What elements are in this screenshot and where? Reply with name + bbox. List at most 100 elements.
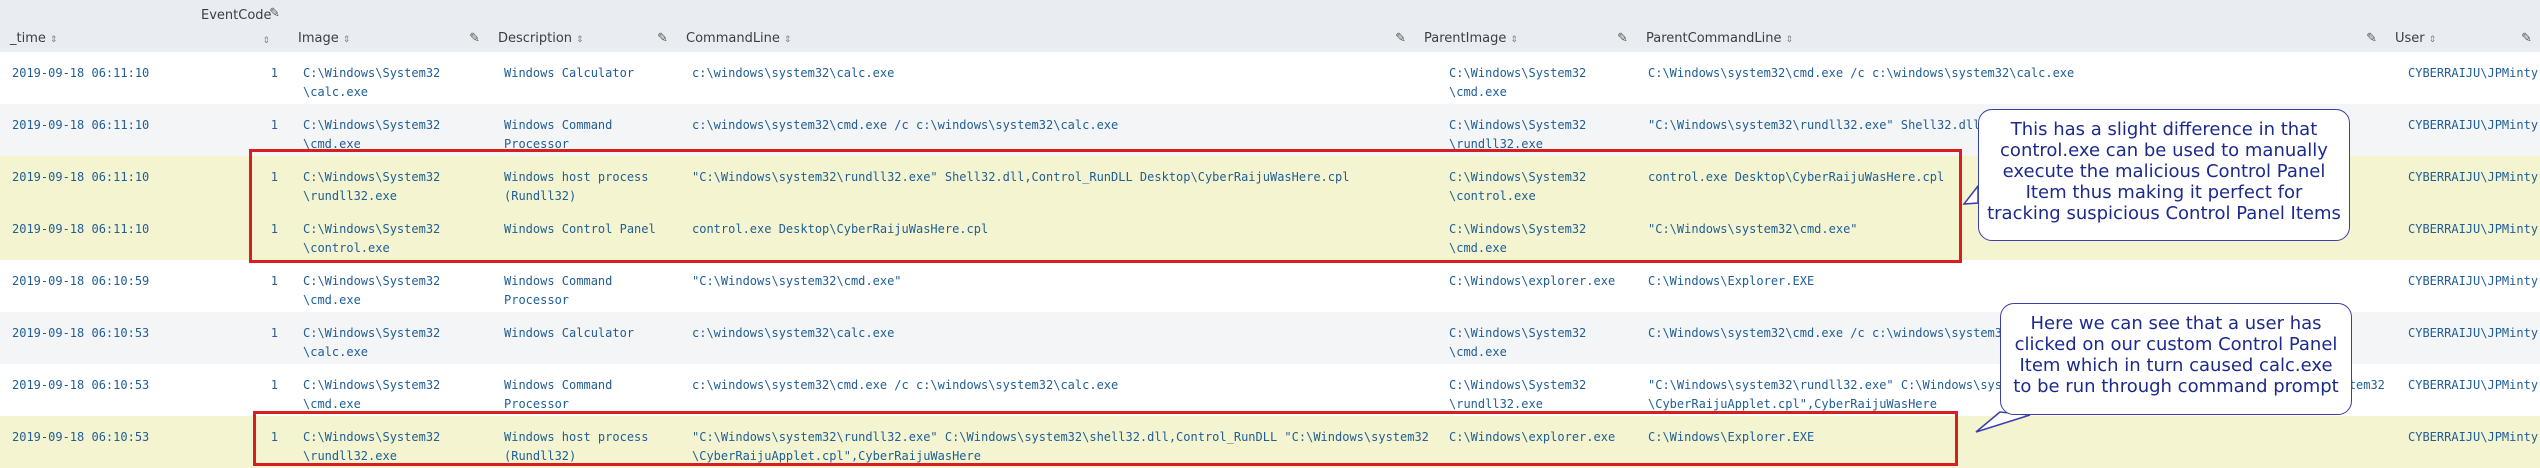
cell-parentimage[interactable]: C:\Windows\System32 \rundll32.exe <box>1449 116 1586 154</box>
cell-line: C:\Windows\System32 <box>303 378 441 392</box>
cell-parentimage[interactable]: C:\Windows\explorer.exe <box>1449 272 1615 291</box>
cell-line: C:\Windows\explorer.exe <box>1449 430 1616 444</box>
cell-line: C:\Windows\System32 <box>303 326 441 340</box>
column-label-text: Image <box>298 31 339 46</box>
cell-eventcode[interactable]: 1 <box>183 168 278 187</box>
cell-parentimage[interactable]: C:\Windows\System32 \cmd.exe <box>1449 64 1586 102</box>
cell-image[interactable]: C:\Windows\System32 \control.exe <box>303 220 440 258</box>
cell-image[interactable]: C:\Windows\System32 \cmd.exe <box>303 376 440 414</box>
cell-image[interactable]: C:\Windows\System32 \cmd.exe <box>303 116 440 154</box>
sort-arrows-icon[interactable]: ⇕ <box>262 36 270 46</box>
cell-line: Windows Calculator <box>504 326 635 340</box>
cell-description[interactable]: Windows host process (Rundll32) <box>504 428 649 466</box>
pencil-icon[interactable]: ✎ <box>2521 31 2532 46</box>
cell-commandline[interactable]: "C:\Windows\system32\cmd.exe" <box>692 272 902 291</box>
cell-line: Windows host process <box>504 430 649 444</box>
cell-commandline[interactable]: c:\windows\system32\cmd.exe /c c:\window… <box>692 376 1118 395</box>
cell-eventcode[interactable]: 1 <box>183 324 278 343</box>
cell-commandline[interactable]: "C:\Windows\system32\rundll32.exe" Shell… <box>692 168 1349 187</box>
cell-time[interactable]: 2019-09-18 06:11:10 <box>12 168 149 187</box>
cell-user[interactable]: CYBERRAIJU\JPMinty <box>2408 428 2538 447</box>
column-label-eventcode: EventCode <box>201 8 272 23</box>
sort-arrows-icon[interactable]: ⇕ <box>576 35 584 45</box>
cell-line: Processor <box>504 397 570 411</box>
cell-description[interactable]: Windows Command Processor <box>504 376 612 414</box>
cell-line: C:\Windows\System32 <box>1449 222 1587 236</box>
cell-parentimage[interactable]: C:\Windows\System32 \rundll32.exe <box>1449 376 1586 414</box>
cell-commandline[interactable]: c:\windows\system32\cmd.exe /c c:\window… <box>692 116 1118 135</box>
pencil-icon[interactable]: ✎ <box>657 31 668 46</box>
cell-parentimage[interactable]: C:\Windows\System32 \cmd.exe <box>1449 324 1586 362</box>
sort-arrows-icon[interactable]: ⇕ <box>1510 35 1518 45</box>
cell-description[interactable]: Windows Control Panel <box>504 220 656 239</box>
sort-arrows-icon[interactable]: ⇕ <box>784 35 792 45</box>
column-label-parentimage: ParentImage ⇕ <box>1424 31 1518 46</box>
cell-parentcommandline[interactable]: C:\Windows\Explorer.EXE <box>1648 272 1814 291</box>
cell-time[interactable]: 2019-09-18 06:11:10 <box>12 64 149 83</box>
column-header-parentcommandline[interactable]: ParentCommandLine ⇕ ✎ <box>1636 0 2385 52</box>
cell-parentcommandline[interactable]: "C:\Windows\system32\cmd.exe" <box>1648 220 1858 239</box>
table-row[interactable]: 2019-09-18 06:11:10 1 C:\Windows\System32 \… <box>0 52 2540 104</box>
cell-time[interactable]: 2019-09-18 06:10:59 <box>12 272 149 291</box>
cell-time[interactable]: 2019-09-18 06:11:10 <box>12 220 149 239</box>
cell-description[interactable]: Windows Command Processor <box>504 116 612 154</box>
cell-eventcode[interactable]: 1 <box>183 272 278 291</box>
cell-image[interactable]: C:\Windows\System32 \calc.exe <box>303 64 440 102</box>
pencil-icon[interactable]: ✎ <box>1395 31 1406 46</box>
cell-eventcode[interactable]: 1 <box>183 64 278 83</box>
cell-parentcommandline[interactable]: control.exe Desktop\CyberRaijuWasHere.cp… <box>1648 168 1944 187</box>
cell-time[interactable]: 2019-09-18 06:10:53 <box>12 428 149 447</box>
cell-eventcode[interactable]: 1 <box>183 428 278 447</box>
column-header-user[interactable]: User ⇕ ✎ <box>2385 0 2540 52</box>
cell-image[interactable]: C:\Windows\System32 \cmd.exe <box>303 272 440 310</box>
column-header-eventcode[interactable]: EventCode ⇕ ✎ <box>183 0 288 52</box>
cell-time[interactable]: 2019-09-18 06:10:53 <box>12 324 149 343</box>
cell-image[interactable]: C:\Windows\System32 \rundll32.exe <box>303 428 440 466</box>
cell-line: \cmd.exe <box>303 137 361 151</box>
cell-description[interactable]: Windows host process (Rundll32) <box>504 168 649 206</box>
column-header-description[interactable]: Description ⇕ ✎ <box>488 0 676 52</box>
cell-description[interactable]: Windows Calculator <box>504 324 634 343</box>
table-row[interactable]: 2019-09-18 06:10:53 1 C:\Windows\System32 \… <box>0 416 2540 468</box>
cell-user[interactable]: CYBERRAIJU\JPMinty <box>2408 272 2538 291</box>
cell-description[interactable]: Windows Calculator <box>504 64 634 83</box>
cell-commandline[interactable]: "C:\Windows\system32\rundll32.exe" C:\Wi… <box>692 428 1429 466</box>
sort-arrows-icon[interactable]: ⇕ <box>1786 35 1794 45</box>
cell-user[interactable]: CYBERRAIJU\JPMinty <box>2408 324 2538 343</box>
cell-commandline[interactable]: control.exe Desktop\CyberRaijuWasHere.cp… <box>692 220 988 239</box>
cell-user[interactable]: CYBERRAIJU\JPMinty <box>2408 64 2538 83</box>
cell-eventcode[interactable]: 1 <box>183 116 278 135</box>
cell-user[interactable]: CYBERRAIJU\JPMinty <box>2408 116 2538 135</box>
cell-user[interactable]: CYBERRAIJU\JPMinty <box>2408 376 2538 395</box>
cell-line: \cmd.exe <box>1449 241 1507 255</box>
pencil-icon[interactable]: ✎ <box>2366 31 2377 46</box>
column-header-image[interactable]: Image ⇕ ✎ <box>288 0 488 52</box>
cell-user[interactable]: CYBERRAIJU\JPMinty <box>2408 220 2538 239</box>
column-header-time[interactable]: _time ⇕ <box>0 0 183 52</box>
cell-description[interactable]: Windows Command Processor <box>504 272 612 310</box>
sort-arrows-icon[interactable]: ⇕ <box>2429 35 2437 45</box>
cell-commandline[interactable]: c:\windows\system32\calc.exe <box>692 324 894 343</box>
pencil-icon[interactable]: ✎ <box>1617 31 1628 46</box>
pencil-icon[interactable]: ✎ <box>469 31 480 46</box>
cell-eventcode[interactable]: 1 <box>183 376 278 395</box>
cell-eventcode[interactable]: 1 <box>183 220 278 239</box>
cell-time[interactable]: 2019-09-18 06:10:53 <box>12 376 149 395</box>
cell-image[interactable]: C:\Windows\System32 \calc.exe <box>303 324 440 362</box>
sort-arrows-icon[interactable]: ⇕ <box>50 35 58 45</box>
cell-parentimage[interactable]: C:\Windows\System32 \control.exe <box>1449 168 1586 206</box>
cell-line: c:\windows\system32\cmd.exe /c c:\window… <box>692 118 1119 132</box>
cell-commandline[interactable]: c:\windows\system32\calc.exe <box>692 64 894 83</box>
cell-parentimage[interactable]: C:\Windows\explorer.exe <box>1449 428 1615 447</box>
cell-image[interactable]: C:\Windows\System32 \rundll32.exe <box>303 168 440 206</box>
cell-user[interactable]: CYBERRAIJU\JPMinty <box>2408 168 2538 187</box>
column-header-parentimage[interactable]: ParentImage ⇕ ✎ <box>1414 0 1636 52</box>
pencil-icon[interactable]: ✎ <box>269 6 280 21</box>
cell-parentimage[interactable]: C:\Windows\System32 \cmd.exe <box>1449 220 1586 258</box>
column-header-commandline[interactable]: CommandLine ⇕ ✎ <box>676 0 1414 52</box>
cell-parentcommandline[interactable]: C:\Windows\Explorer.EXE <box>1648 428 1814 447</box>
cell-time[interactable]: 2019-09-18 06:11:10 <box>12 116 149 135</box>
sort-arrows-icon[interactable]: ⇕ <box>343 35 351 45</box>
cell-parentcommandline[interactable]: "C:\Windows\system32\rundll32.exe" Shell… <box>1648 116 1988 135</box>
cell-parentcommandline[interactable]: C:\Windows\system32\cmd.exe /c c:\window… <box>1648 64 2074 83</box>
